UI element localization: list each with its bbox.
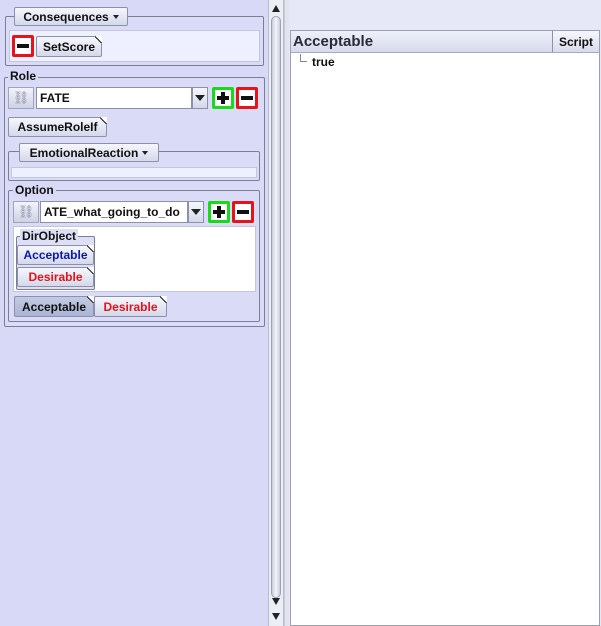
emotional-reaction-list <box>11 167 257 178</box>
tree-node-true[interactable]: true <box>312 55 335 69</box>
add-option-button[interactable] <box>208 201 230 223</box>
remove-option-button[interactable] <box>232 201 254 223</box>
left-panel-scrollbar[interactable] <box>268 0 284 626</box>
minus-icon <box>239 90 255 106</box>
corner-fold-icon <box>87 267 94 274</box>
chevron-down-icon <box>191 209 201 215</box>
editor-header: Acceptable Script <box>291 31 599 53</box>
remove-setscore-button[interactable] <box>12 35 34 57</box>
dirobject-acceptable-button[interactable]: Acceptable <box>17 245 94 265</box>
scroll-up-icon[interactable] <box>272 5 280 12</box>
dirobject-acceptable-label: Acceptable <box>23 248 88 262</box>
scroll-thumb[interactable] <box>271 16 281 598</box>
role-combo-value: FATE <box>40 91 70 105</box>
link-icon: ⛓ <box>12 90 30 105</box>
link-icon: ⛓ <box>17 204 35 219</box>
minus-icon <box>15 38 31 54</box>
corner-fold-icon <box>95 36 102 43</box>
chevron-down-icon <box>195 95 205 101</box>
option-legend: Option <box>13 183 56 197</box>
corner-fold-icon <box>160 296 167 303</box>
assume-role-if-label: AssumeRoleIf <box>17 120 98 134</box>
tree-connector <box>300 54 307 62</box>
setscore-button[interactable]: SetScore <box>36 36 102 57</box>
plus-icon <box>211 204 227 220</box>
dirobject-desirable-button[interactable]: Desirable <box>17 267 94 287</box>
script-editor-panel: Acceptable Script true <box>290 30 600 626</box>
corner-fold-icon <box>87 245 94 252</box>
emotional-reaction-dropdown[interactable]: EmotionalReaction <box>19 143 159 162</box>
option-link-button[interactable]: ⛓ <box>13 201 39 223</box>
role-combo[interactable]: FATE <box>36 87 192 109</box>
dirobject-desirable-label: Desirable <box>28 270 83 284</box>
consequences-dropdown-label: Consequences <box>23 9 109 24</box>
scroll-down-icon[interactable] <box>272 613 280 620</box>
role-legend: Role <box>8 69 39 83</box>
left-panel: Consequences SetScore Role ⛓ FATE Assume… <box>0 0 268 626</box>
option-combo-arrow[interactable] <box>188 201 204 223</box>
chevron-down-icon <box>112 14 119 19</box>
script-button[interactable]: Script <box>552 31 599 52</box>
plus-icon <box>215 90 231 106</box>
tab-desirable-label: Desirable <box>103 299 158 314</box>
chevron-down-icon <box>142 150 149 155</box>
tab-acceptable-label: Acceptable <box>21 299 87 314</box>
editor-title: Acceptable <box>293 33 374 50</box>
role-combo-arrow[interactable] <box>192 87 208 109</box>
corner-fold-icon <box>100 117 107 124</box>
split-divider[interactable] <box>284 0 289 626</box>
corner-fold-icon <box>87 296 94 303</box>
setscore-label: SetScore <box>42 39 96 54</box>
option-combo[interactable]: ATE_what_going_to_do <box>40 201 188 223</box>
dirobject-label: DirObject <box>20 229 79 243</box>
role-link-button[interactable]: ⛓ <box>8 87 34 109</box>
option-combo-value: ATE_what_going_to_do <box>44 205 180 219</box>
minus-icon <box>235 204 251 220</box>
tab-acceptable[interactable]: Acceptable <box>14 296 94 317</box>
emotional-reaction-label: EmotionalReaction <box>29 145 139 160</box>
consequences-dropdown[interactable]: Consequences <box>14 7 128 26</box>
remove-role-button[interactable] <box>236 87 258 109</box>
assume-role-if-button[interactable]: AssumeRoleIf <box>8 117 107 137</box>
tab-desirable[interactable]: Desirable <box>94 296 167 317</box>
scroll-down-icon[interactable] <box>272 598 280 605</box>
add-role-button[interactable] <box>212 87 234 109</box>
